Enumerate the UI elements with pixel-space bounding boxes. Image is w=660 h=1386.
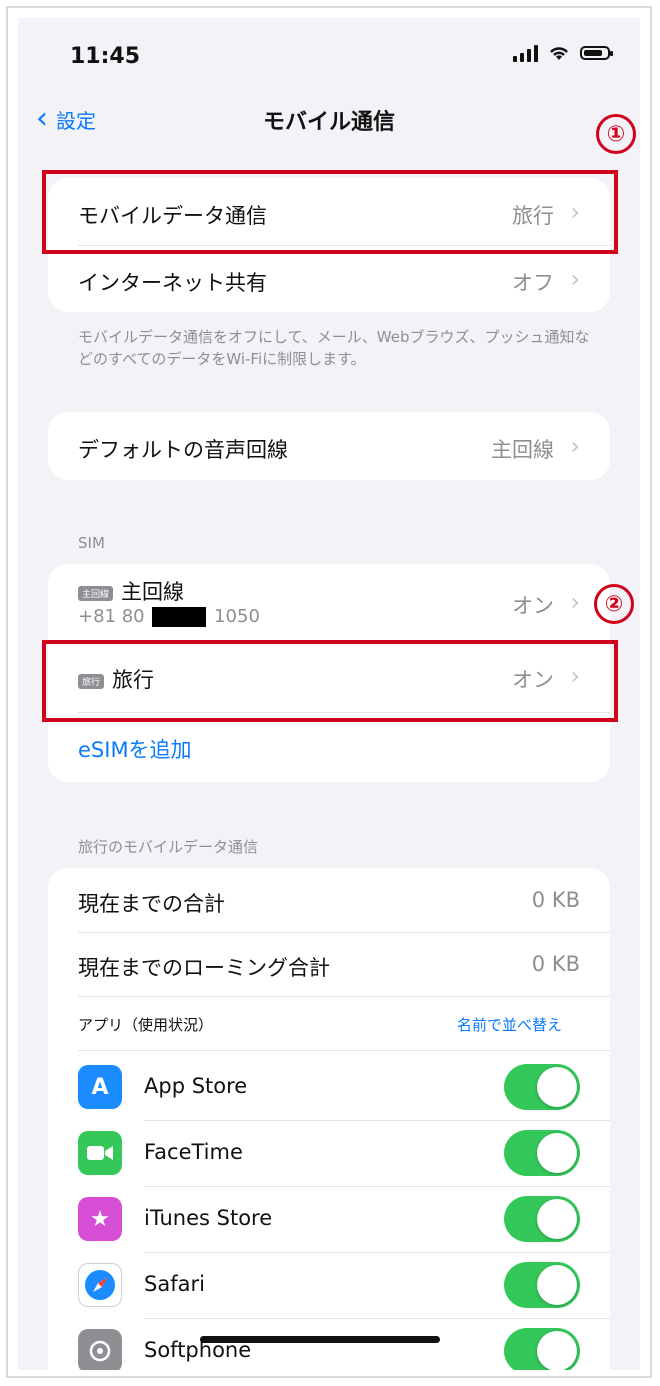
usage-group: 現在までの合計 0 KB 現在までのローミング合計 0 KB アプリ（使用状況）… xyxy=(48,868,610,1370)
chevron-right-icon: › xyxy=(570,432,580,460)
add-esim-row[interactable]: eSIMを追加 xyxy=(48,712,610,782)
sim-primary-badge: 主回線 xyxy=(78,585,114,601)
sort-by-name-link[interactable]: 名前で並べ替え xyxy=(457,1014,562,1035)
current-total-row: 現在までの合計 0 KB xyxy=(48,868,610,932)
usage-section-header: 旅行のモバイルデータ通信 xyxy=(78,838,259,856)
itunes-store-toggle[interactable] xyxy=(504,1196,580,1242)
roaming-total-label: 現在までのローミング合計 xyxy=(78,956,330,980)
home-indicator[interactable] xyxy=(200,1336,440,1343)
sim-section-header: SIM xyxy=(78,534,105,552)
safari-toggle[interactable] xyxy=(504,1262,580,1308)
redaction-box xyxy=(152,607,207,627)
chevron-right-icon: › xyxy=(570,265,580,293)
personal-hotspot-row[interactable]: インターネット共有 オフ › xyxy=(48,245,610,312)
sim-primary-label: 主回線 xyxy=(121,580,185,604)
roaming-total-value: 0 KB xyxy=(531,952,580,976)
phone-number-suffix: 1050 xyxy=(214,606,260,627)
apps-usage-header: アプリ（使用状況） xyxy=(78,1016,214,1034)
annotation-number-2: ② xyxy=(594,584,634,624)
app-row-safari: Safari xyxy=(48,1252,610,1318)
apps-header-row: アプリ（使用状況） 名前で並べ替え xyxy=(48,996,610,1050)
personal-hotspot-value: オフ xyxy=(512,271,554,295)
roaming-total-row: 現在までのローミング合計 0 KB xyxy=(48,932,610,996)
personal-hotspot-label: インターネット共有 xyxy=(78,271,267,295)
app-name: FaceTime xyxy=(144,1140,243,1164)
softphone-icon xyxy=(78,1329,122,1370)
app-row-softphone: Softphone xyxy=(48,1318,610,1370)
sim-primary-title: 主回線 主回線 xyxy=(78,576,184,606)
status-bar: 11:45 xyxy=(18,18,640,88)
cellular-signal-icon xyxy=(513,44,538,62)
current-total-value: 0 KB xyxy=(531,888,580,912)
default-voice-group: デフォルトの音声回線 主回線 › xyxy=(48,412,610,480)
chevron-right-icon: › xyxy=(570,588,580,616)
annotation-number-1: ① xyxy=(596,114,636,154)
wifi-icon xyxy=(550,47,568,60)
facetime-icon xyxy=(78,1131,122,1175)
page-title: モバイル通信 xyxy=(262,110,395,135)
app-row-facetime: FaceTime xyxy=(48,1120,610,1186)
app-store-icon: A xyxy=(78,1065,122,1109)
default-voice-line-value: 主回線 xyxy=(491,438,554,462)
app-row-itunes-store: ★ iTunes Store xyxy=(48,1186,610,1252)
app-store-toggle[interactable] xyxy=(504,1064,580,1110)
sim-primary-number: +81 80 1050 xyxy=(78,606,260,627)
app-name: App Store xyxy=(144,1074,248,1098)
app-row-app-store: A App Store xyxy=(48,1054,610,1120)
app-name: Safari xyxy=(144,1272,205,1296)
phone-number-prefix: +81 80 xyxy=(78,606,145,627)
sim-primary-value: オン xyxy=(512,594,554,618)
annotation-box-2 xyxy=(42,640,618,722)
add-esim-link[interactable]: eSIMを追加 xyxy=(78,734,192,764)
annotation-box-1 xyxy=(42,170,618,254)
safari-icon xyxy=(78,1263,122,1307)
navigation-bar: ‹ 設定 モバイル通信 xyxy=(18,98,640,148)
battery-icon xyxy=(580,46,613,60)
status-time: 11:45 xyxy=(70,44,141,69)
itunes-store-icon: ★ xyxy=(78,1197,122,1241)
divider xyxy=(78,1050,610,1051)
app-name: iTunes Store xyxy=(144,1206,273,1230)
sim-primary-row[interactable]: 主回線 主回線 +81 80 1050 オン › xyxy=(48,564,610,640)
default-voice-line-label: デフォルトの音声回線 xyxy=(78,438,288,462)
softphone-toggle[interactable] xyxy=(504,1328,580,1370)
current-total-label: 現在までの合計 xyxy=(78,892,225,916)
mobile-data-footer: モバイルデータ通信をオフにして、メール、Webブラウズ、プッシュ通知などのすべて… xyxy=(78,328,590,368)
status-icons xyxy=(513,44,613,62)
facetime-toggle[interactable] xyxy=(504,1130,580,1176)
default-voice-line-row[interactable]: デフォルトの音声回線 主回線 › xyxy=(48,412,610,480)
